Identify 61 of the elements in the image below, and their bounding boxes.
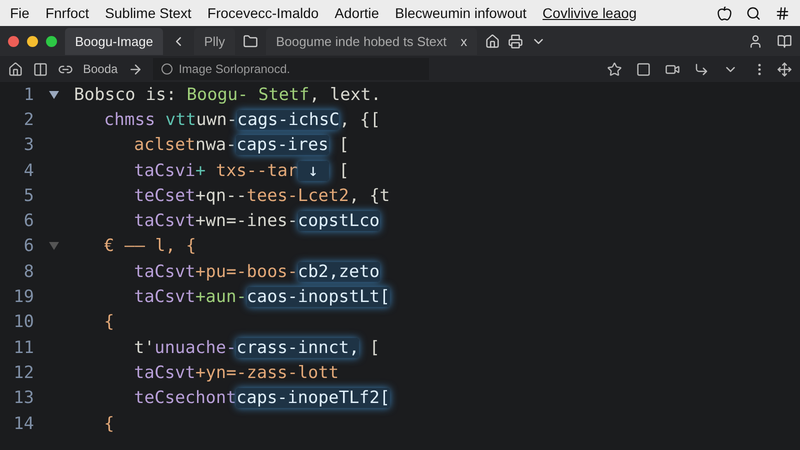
- fold-triangle-icon[interactable]: [49, 90, 59, 99]
- close-window-dot[interactable]: [8, 36, 19, 46]
- line-number: 10: [12, 312, 34, 332]
- circle-icon: [160, 63, 173, 75]
- tab[interactable]: Boogume inde hobed ts Stext x: [266, 28, 478, 54]
- printer-icon[interactable]: [508, 34, 524, 48]
- line-number: 11: [12, 338, 34, 358]
- menu-item[interactable]: Fnrfoct: [45, 5, 90, 21]
- home-icon[interactable]: [485, 34, 500, 48]
- corner-arrow-icon[interactable]: [694, 62, 709, 76]
- move-icon[interactable]: [777, 62, 792, 76]
- hash-icon[interactable]: [775, 6, 790, 20]
- folder-icon[interactable]: [243, 34, 258, 48]
- menu-item[interactable]: Fie: [10, 5, 30, 21]
- menu-item[interactable]: Covlivive leaog: [542, 5, 637, 21]
- code-line: Bobsco is: Boogu- Stetf, lext.: [74, 84, 382, 105]
- arrow-right-icon: [128, 62, 143, 76]
- close-tab-icon[interactable]: x: [460, 34, 468, 48]
- star-icon[interactable]: [607, 62, 622, 76]
- line-number: 1: [22, 84, 34, 105]
- code-line: € —— l, {: [103, 236, 196, 256]
- code-line: taCsvt+wn=-ines-copstLco: [133, 211, 380, 232]
- code-line: taCsvt+pu=-boos-cb2,zeto: [133, 262, 380, 282]
- line-number: 19: [12, 287, 34, 308]
- book-icon[interactable]: [777, 34, 792, 48]
- code-line: taCsvi+ txs--tar ↓ [: [133, 160, 349, 181]
- line-number: 6: [22, 211, 34, 232]
- square-icon[interactable]: [636, 62, 651, 76]
- menu-item[interactable]: Adortie: [334, 5, 380, 21]
- code-line: taCsvt+yn=-zass-lott: [133, 362, 339, 383]
- code-line: {: [103, 312, 114, 332]
- line-number: 8: [22, 262, 34, 282]
- code-line: {: [103, 414, 114, 434]
- minimize-window-dot[interactable]: [27, 36, 38, 46]
- search-icon[interactable]: [746, 6, 761, 20]
- address-field[interactable]: Image Sorlopranocd.: [152, 58, 429, 80]
- user-icon[interactable]: [748, 34, 763, 48]
- columns-icon[interactable]: [33, 62, 48, 76]
- menu-item[interactable]: Sublime Stext: [105, 5, 192, 21]
- zoom-window-dot[interactable]: [46, 36, 57, 46]
- menu-item[interactable]: Frocevecc-Imaldo: [207, 5, 319, 21]
- code-line: aclsetnwa-caps-ires [: [133, 135, 349, 156]
- tab[interactable]: Plly: [194, 28, 236, 54]
- code-line: teCset+qn--tees-Lcet2, {t: [133, 186, 390, 206]
- menu-item[interactable]: Blecweumin infowout: [395, 5, 527, 21]
- code-line: t'unuache-crass-innct, [: [133, 338, 380, 358]
- breadcrumb-item[interactable]: Booda: [83, 62, 118, 76]
- line-number: 5: [22, 186, 34, 206]
- line-number: 3: [22, 135, 34, 156]
- home-icon[interactable]: [8, 62, 23, 76]
- line-number: 12: [12, 362, 34, 383]
- code-line: teCsechontcaps-inopeTLf2[: [133, 388, 390, 408]
- code-line: taCsvt+aun-caos-inopstLt[: [133, 287, 390, 308]
- line-number: 14: [12, 414, 34, 434]
- line-number: 4: [22, 160, 34, 181]
- line-number: 13: [12, 388, 34, 408]
- code-line: chmss vttuwn-cags-ichsC, {[: [103, 110, 380, 130]
- tab[interactable]: Boogu-Image: [65, 28, 164, 54]
- apple-icon[interactable]: [717, 6, 732, 20]
- line-number: 2: [22, 110, 34, 130]
- line-number: 6: [22, 236, 34, 256]
